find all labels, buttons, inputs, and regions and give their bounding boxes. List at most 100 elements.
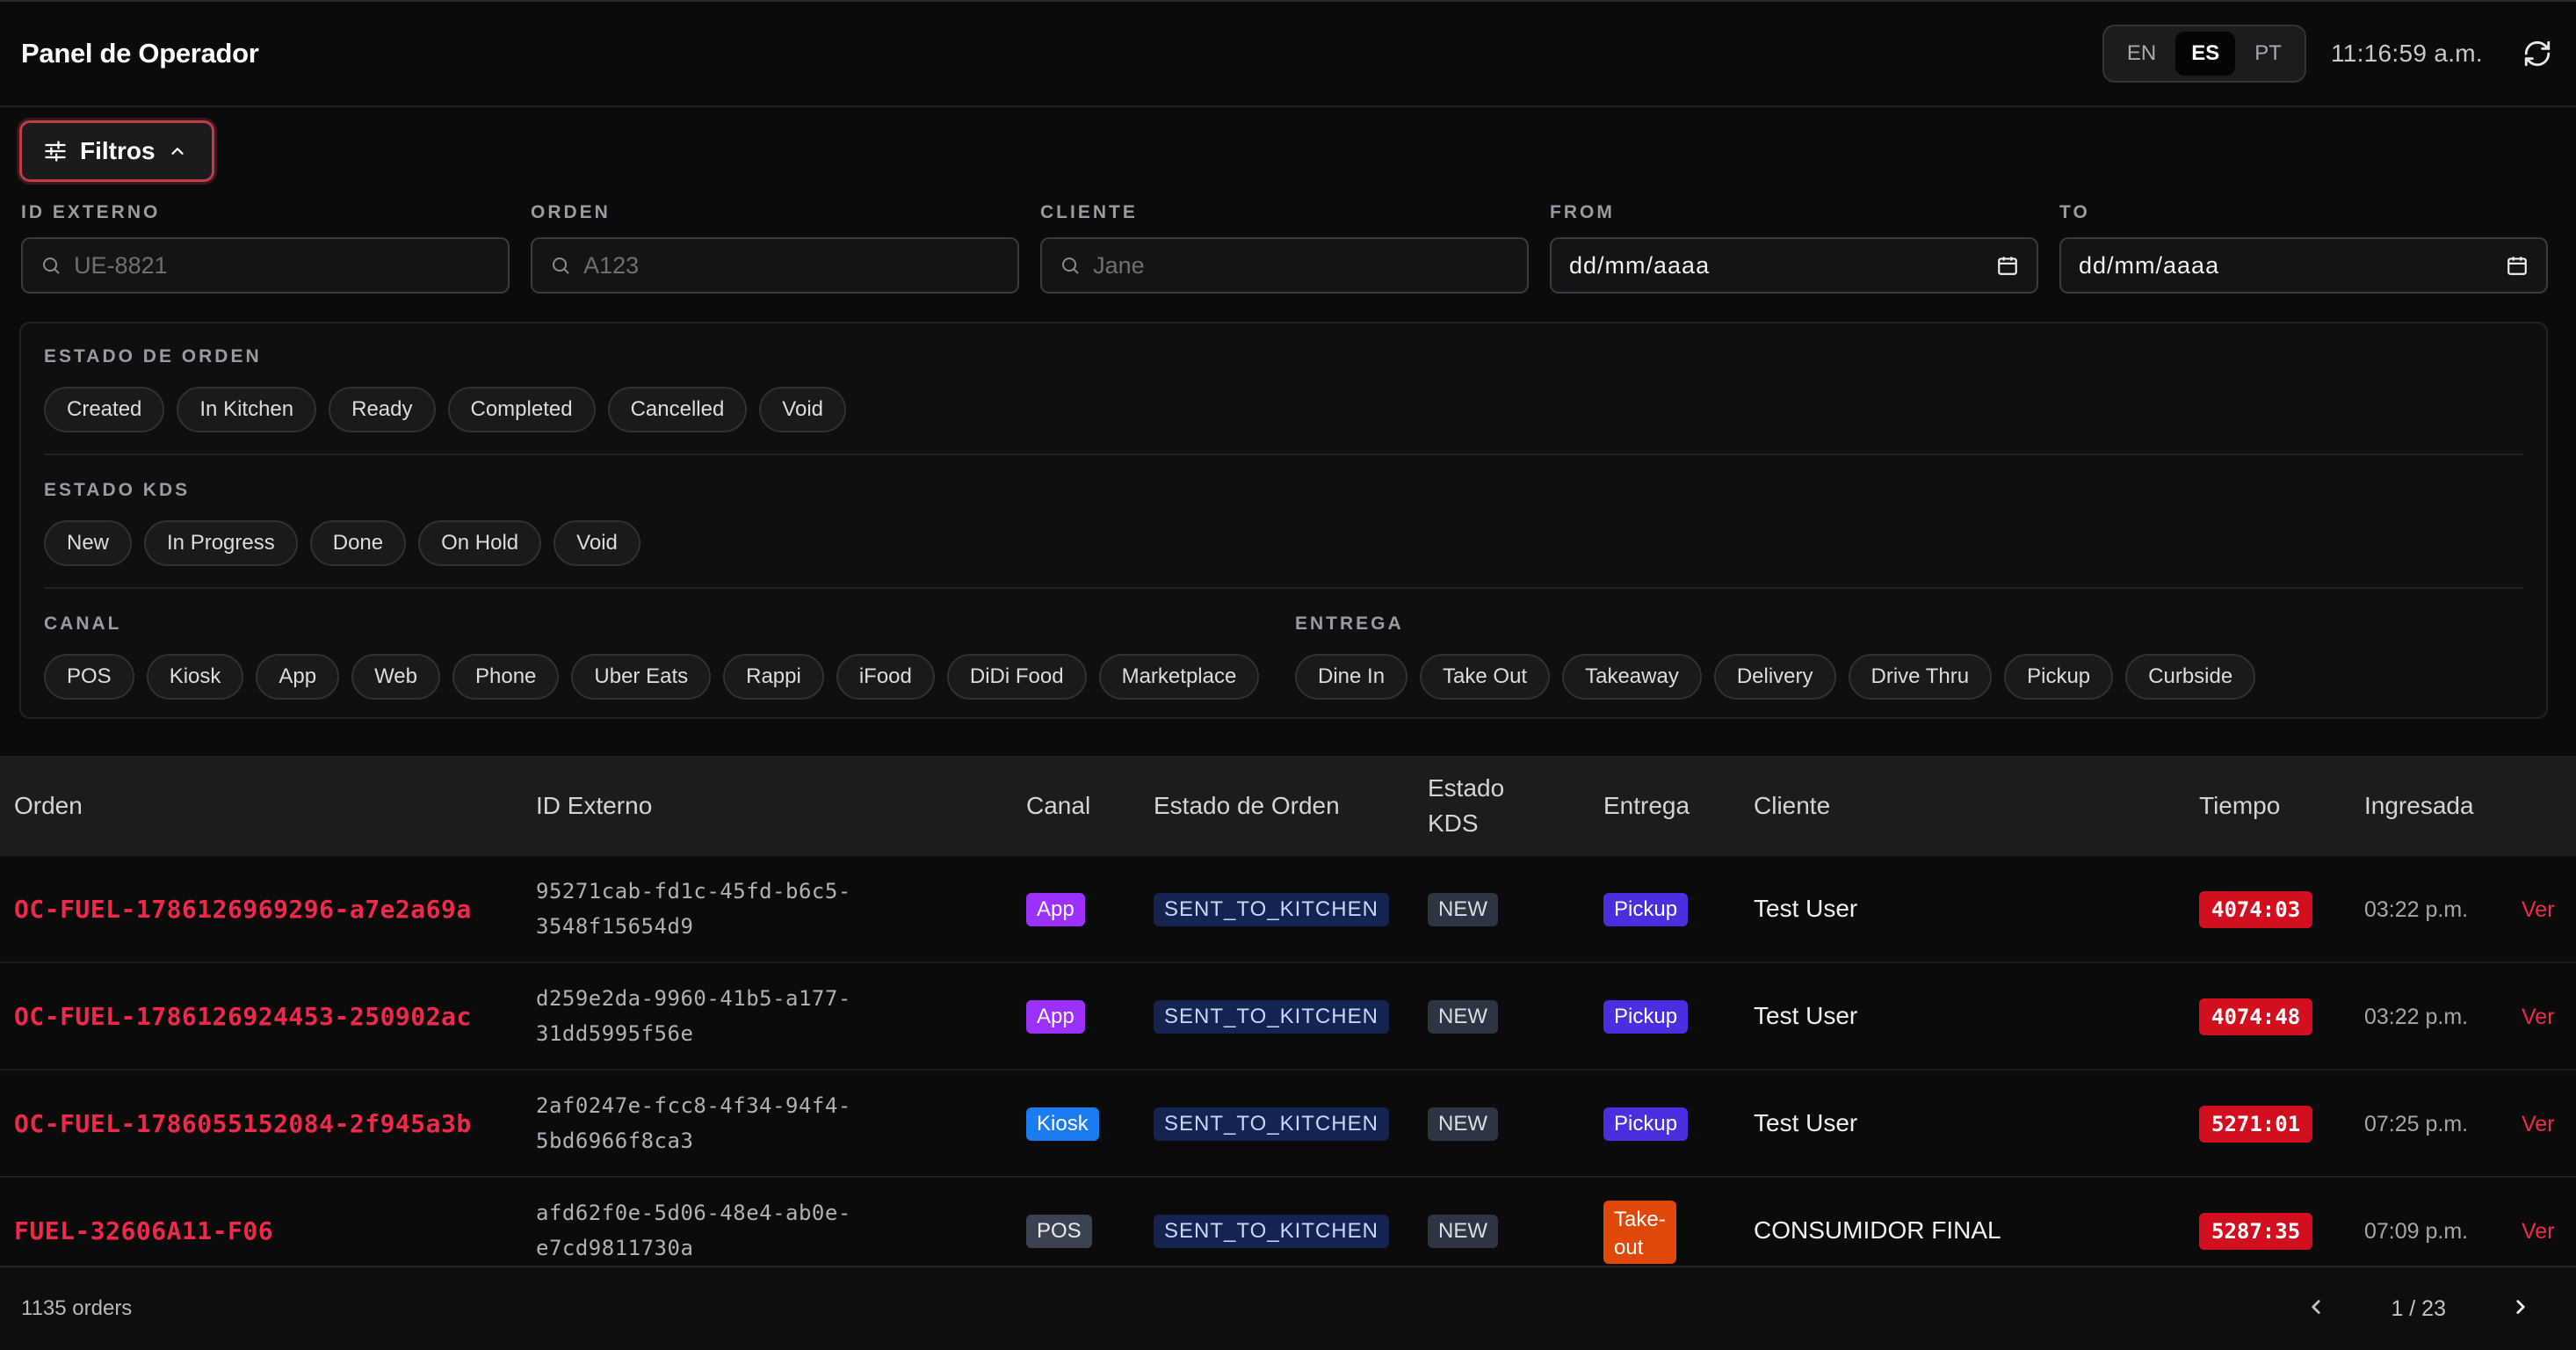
calendar-icon[interactable]: [2506, 254, 2529, 277]
filters-toggle-button[interactable]: Filtros: [19, 120, 214, 182]
canal-label: CANAL: [44, 613, 122, 634]
chevron-left-icon: [2312, 1299, 2321, 1314]
chip-created[interactable]: Created: [44, 387, 165, 432]
chip-completed[interactable]: Completed: [447, 387, 596, 432]
entered-time: 07:25 p.m.: [2364, 1112, 2469, 1136]
to-label: TO: [2059, 202, 2090, 222]
divider: [44, 454, 2523, 455]
col-orden[interactable]: Orden: [14, 788, 83, 824]
channel-badge: POS: [1026, 1215, 1092, 1248]
col-estado-orden[interactable]: Estado de Orden: [1154, 788, 1340, 824]
orden-field: ORDEN: [531, 202, 1019, 294]
chip-void[interactable]: Void: [759, 387, 847, 432]
chip-phone[interactable]: Phone: [452, 654, 560, 700]
col-entrega[interactable]: Entrega: [1603, 788, 1690, 824]
next-page-button[interactable]: [2509, 1296, 2532, 1323]
orden-input-box[interactable]: [531, 237, 1019, 294]
order-status-badge: SENT_TO_KITCHEN: [1154, 893, 1389, 926]
lang-pt-button[interactable]: PT: [2239, 32, 2297, 76]
view-link[interactable]: Ver: [2522, 1112, 2555, 1137]
chip-pickup[interactable]: Pickup: [2004, 654, 2114, 700]
id-externo-input-box[interactable]: [21, 237, 510, 294]
delivery-badge: Take- out: [1603, 1201, 1676, 1264]
col-estado-kds[interactable]: Estado KDS: [1428, 771, 1504, 841]
chip-ready[interactable]: Ready: [329, 387, 436, 432]
col-ingresada[interactable]: Ingresada: [2364, 788, 2474, 824]
chip-app[interactable]: App: [256, 654, 340, 700]
estado-orden-chips: Created In Kitchen Ready Completed Cance…: [44, 387, 847, 432]
delivery-badge-line1: Take-: [1614, 1208, 1666, 1231]
chip-delivery[interactable]: Delivery: [1713, 654, 1836, 700]
chip-uber-eats[interactable]: Uber Eats: [571, 654, 712, 700]
chip-curbside[interactable]: Curbside: [2125, 654, 2256, 700]
view-link[interactable]: Ver: [2522, 1005, 2555, 1030]
clock: 11:16:59 a.m.: [2330, 40, 2483, 67]
order-id[interactable]: FUEL-32606A11-F06: [14, 1216, 273, 1245]
chip-done[interactable]: Done: [309, 520, 407, 566]
from-date-value: dd/mm/aaaa: [1569, 251, 1711, 279]
external-id-line1: 2af0247e-fcc8-4f34-94f4-: [536, 1093, 851, 1118]
chip-take-out[interactable]: Take Out: [1420, 654, 1551, 700]
from-date-input[interactable]: dd/mm/aaaa: [1550, 237, 2038, 294]
external-id-line1: 95271cab-fd1c-45fd-b6c5-: [536, 879, 851, 904]
canal-chips: POS Kiosk App Web Phone Uber Eats Rappi …: [44, 654, 1260, 700]
table-row[interactable]: OC-FUEL-1786126924453-250902ac d259e2da-…: [0, 963, 2576, 1071]
chip-drive-thru[interactable]: Drive Thru: [1848, 654, 1993, 700]
col-cliente[interactable]: Cliente: [1754, 788, 1830, 824]
id-externo-input[interactable]: [74, 251, 490, 279]
col-tiempo[interactable]: Tiempo: [2199, 788, 2280, 824]
filter-panel: ESTADO DE ORDEN Created In Kitchen Ready…: [19, 322, 2548, 719]
entered-time: 07:09 p.m.: [2364, 1219, 2469, 1244]
prev-page-button[interactable]: [2305, 1296, 2327, 1323]
order-id[interactable]: OC-FUEL-1786126969296-a7e2a69a: [14, 895, 472, 924]
sliders-icon: [45, 141, 66, 162]
chip-dine-in[interactable]: Dine In: [1295, 654, 1408, 700]
chip-didi-food[interactable]: DiDi Food: [946, 654, 1087, 700]
calendar-icon[interactable]: [1996, 254, 2019, 277]
chip-marketplace[interactable]: Marketplace: [1098, 654, 1260, 700]
external-id: afd62f0e-5d06-48e4-ab0e- e7cd9811730a: [536, 1195, 851, 1266]
estado-kds-chips: New In Progress Done On Hold Void: [44, 520, 640, 566]
table-footer: 1135 orders 1 / 23: [0, 1266, 2576, 1350]
estado-kds-label: ESTADO KDS: [44, 480, 191, 500]
lang-es-button[interactable]: ES: [2175, 32, 2236, 76]
col-canal[interactable]: Canal: [1026, 788, 1090, 824]
lang-en-button[interactable]: EN: [2111, 32, 2172, 76]
chip-in-progress[interactable]: In Progress: [144, 520, 298, 566]
orden-input[interactable]: [583, 251, 1000, 279]
orden-label: ORDEN: [531, 202, 611, 222]
channel-badge: App: [1026, 893, 1085, 926]
view-link[interactable]: Ver: [2522, 1219, 2555, 1245]
table-row[interactable]: OC-FUEL-1786126969296-a7e2a69a 95271cab-…: [0, 856, 2576, 963]
table-row[interactable]: FUEL-32606A11-F06 afd62f0e-5d06-48e4-ab0…: [0, 1178, 2576, 1266]
order-id[interactable]: OC-FUEL-1786055152084-2f945a3b: [14, 1109, 472, 1138]
channel-badge: Kiosk: [1026, 1107, 1099, 1141]
chip-rappi[interactable]: Rappi: [723, 654, 824, 700]
chip-in-kitchen[interactable]: In Kitchen: [177, 387, 317, 432]
view-link[interactable]: Ver: [2522, 897, 2555, 923]
chip-kds-void[interactable]: Void: [554, 520, 640, 566]
col-id-externo[interactable]: ID Externo: [536, 788, 652, 824]
cliente-input[interactable]: [1093, 251, 1509, 279]
external-id-line2: 31dd5995f56e: [536, 1021, 694, 1046]
table-row[interactable]: OC-FUEL-1786055152084-2f945a3b 2af0247e-…: [0, 1071, 2576, 1178]
chip-takeaway[interactable]: Takeaway: [1562, 654, 1702, 700]
chip-new[interactable]: New: [44, 520, 133, 566]
search-icon: [43, 257, 60, 274]
from-label: FROM: [1550, 202, 1615, 222]
to-date-input[interactable]: dd/mm/aaaa: [2059, 237, 2548, 294]
refresh-button[interactable]: [2520, 36, 2555, 71]
col-estado-kds-line1: Estado: [1428, 774, 1505, 802]
external-id: d259e2da-9960-41b5-a177- 31dd5995f56e: [536, 981, 851, 1051]
cliente-input-box[interactable]: [1040, 237, 1529, 294]
page-indicator: 1 / 23: [2391, 1296, 2446, 1321]
chip-pos[interactable]: POS: [44, 654, 134, 700]
chip-kiosk[interactable]: Kiosk: [146, 654, 244, 700]
order-status-badge: SENT_TO_KITCHEN: [1154, 1107, 1389, 1141]
chip-web[interactable]: Web: [351, 654, 440, 700]
order-id[interactable]: OC-FUEL-1786126924453-250902ac: [14, 1002, 472, 1031]
chevron-up-icon: [170, 148, 184, 155]
chip-ifood[interactable]: iFood: [836, 654, 935, 700]
chip-on-hold[interactable]: On Hold: [418, 520, 542, 566]
chip-cancelled[interactable]: Cancelled: [607, 387, 748, 432]
